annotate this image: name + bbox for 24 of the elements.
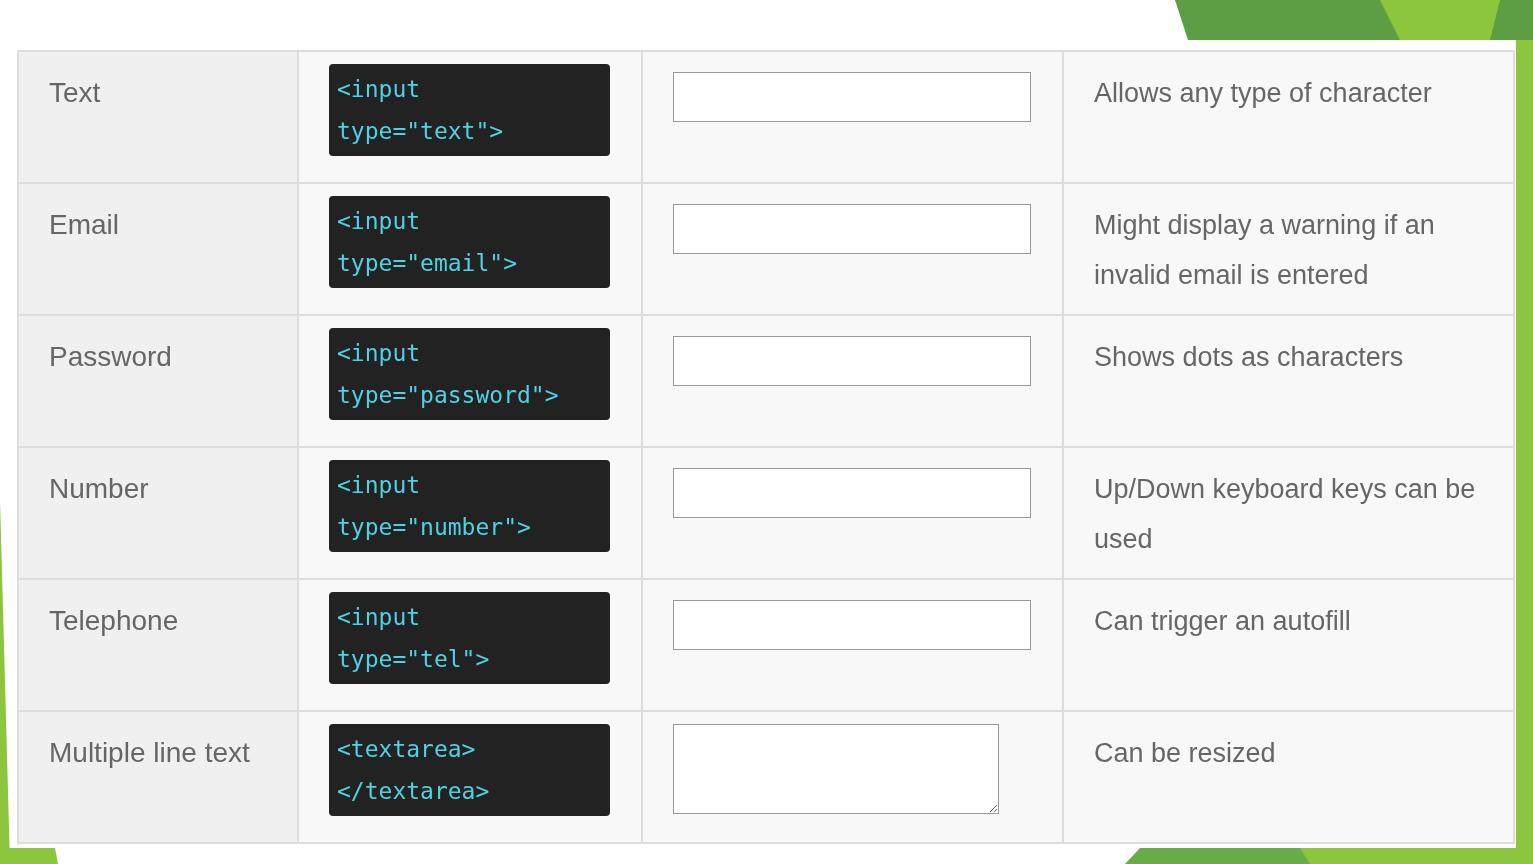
type-label: Number xyxy=(49,472,149,506)
type-label: Text xyxy=(49,76,101,110)
description-text: Can trigger an autofill xyxy=(1094,605,1351,638)
textarea-field[interactable] xyxy=(673,724,999,814)
input-field[interactable] xyxy=(673,468,1031,518)
code-snippet: <input type="number"> xyxy=(329,460,610,552)
input-field[interactable] xyxy=(673,72,1031,122)
code-snippet: <input type="tel"> xyxy=(329,592,610,684)
code-snippet: <input type="text"> xyxy=(329,64,610,156)
type-label: Multiple line text xyxy=(49,736,250,770)
type-label: Password xyxy=(49,340,172,374)
description-text: Might display a warning if an invalid email is entered xyxy=(1094,209,1436,292)
description-text: Shows dots as characters xyxy=(1094,341,1404,374)
type-label: Telephone xyxy=(49,604,179,638)
description-text: Allows any type of character xyxy=(1094,77,1432,110)
description-text: Can be resized xyxy=(1094,737,1276,770)
input-field[interactable] xyxy=(673,204,1031,254)
code-snippet: <input type="password"> xyxy=(329,328,610,420)
code-snippet: <textarea> </textarea> xyxy=(329,724,610,816)
type-label: Email xyxy=(49,208,119,242)
description-text: Up/Down keyboard keys can be used xyxy=(1094,473,1477,556)
input-field[interactable] xyxy=(673,336,1031,386)
input-field[interactable] xyxy=(673,600,1031,650)
code-snippet: <input type="email"> xyxy=(329,196,610,288)
